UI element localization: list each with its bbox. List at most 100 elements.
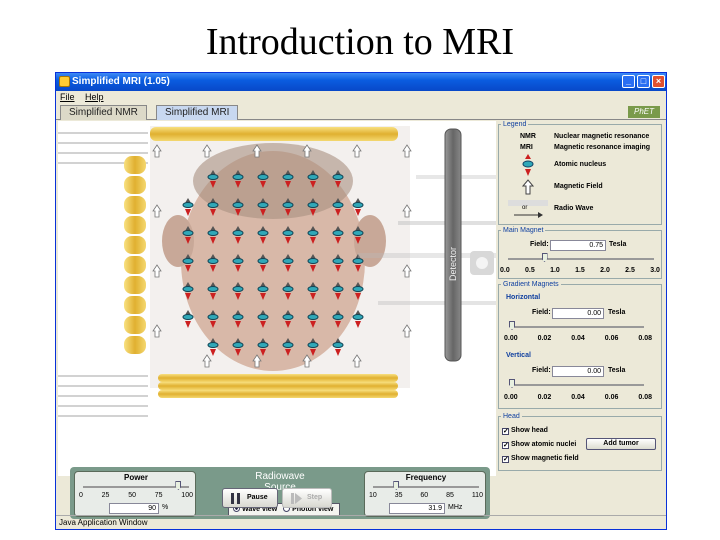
horizontal-title: Horizontal	[506, 294, 541, 301]
show-head-checkbox[interactable]: ✓	[502, 428, 509, 435]
legend-nucleus-text: Atomic nucleus	[554, 161, 607, 168]
power-slider-track[interactable]	[83, 486, 189, 488]
horizontal-tick: 0.02	[537, 335, 552, 342]
right-control-panel: Legend NMR Nuclear magnetic resonance MR…	[498, 121, 664, 513]
horizontal-field-input[interactable]: 0.00	[552, 308, 604, 319]
module-tabs: Simplified NMR Simplified MRI PhET	[56, 104, 666, 120]
power-tick: 100	[181, 492, 193, 499]
slide-title: Introduction to MRI	[205, 21, 515, 63]
window-titlebar[interactable]: Simplified MRI (1.05) _ □ ×	[56, 73, 666, 91]
main-field-slider-track[interactable]	[508, 258, 654, 260]
frequency-value-field[interactable]: 31.9	[389, 503, 445, 514]
main-field-unit: Tesla	[609, 241, 627, 248]
mri-scene: Detector	[58, 126, 496, 417]
power-tick: 50	[128, 492, 136, 499]
add-tumor-button[interactable]: Add tumor	[586, 438, 656, 450]
simulation-canvas: Detector Power 0 25 50 75 100 90 % Radio…	[58, 121, 496, 519]
legend-nmr-text: Nuclear magnetic resonance	[554, 133, 650, 140]
pause-label: Pause	[247, 494, 268, 501]
radiowave-line1: Radiowave	[255, 471, 305, 482]
main-magnet-title: Main Magnet	[503, 227, 544, 234]
vertical-tick: 0.06	[604, 394, 619, 401]
vertical-title: Vertical	[506, 352, 531, 359]
legend-title: Legend	[503, 121, 527, 128]
main-tick: 0.5	[525, 267, 535, 274]
frequency-unit: MHz	[448, 504, 463, 511]
status-bar: Java Application Window	[56, 515, 666, 529]
step-icon	[291, 493, 302, 504]
pause-button[interactable]: Pause	[222, 488, 278, 508]
frequency-slider-thumb[interactable]	[393, 481, 400, 490]
legend-mri-symbol: MRI	[520, 144, 533, 151]
vertical-tick: 0.04	[571, 394, 585, 401]
show-field-row[interactable]: ✓ Show magnetic field	[502, 455, 579, 463]
show-nuclei-row[interactable]: ✓ Show atomic nuclei	[502, 441, 576, 449]
show-field-label[interactable]: Show magnetic field	[511, 455, 579, 462]
power-slider-thumb[interactable]	[175, 481, 182, 490]
menu-bar: File Help	[56, 91, 666, 104]
power-tick: 75	[154, 492, 163, 499]
pause-icon	[231, 493, 240, 504]
horizontal-field-label: Field:	[532, 309, 551, 316]
menu-file[interactable]: File	[56, 91, 79, 103]
vertical-slider-track[interactable]	[512, 384, 644, 386]
minimize-icon[interactable]: _	[622, 75, 635, 88]
power-tick: 25	[101, 492, 110, 499]
main-tick: 2.5	[625, 267, 635, 274]
legend-or-text: or	[522, 205, 528, 211]
tab-simplified-mri[interactable]: Simplified MRI	[156, 105, 239, 120]
main-tick: 3.0	[650, 267, 660, 274]
step-label: Step	[307, 494, 323, 501]
detector-label: Detector	[448, 247, 458, 281]
magnetic-field-arrow-icon	[522, 179, 534, 195]
power-tick: 0	[79, 492, 83, 499]
radio-wave-icon	[508, 200, 548, 218]
show-head-row[interactable]: ✓ Show head	[502, 427, 548, 435]
atomic-nucleus-icon	[522, 154, 534, 176]
show-nuclei-label[interactable]: Show atomic nuclei	[511, 441, 576, 448]
main-field-input[interactable]: 0.75	[550, 240, 606, 251]
frequency-tick: 110	[471, 492, 483, 499]
legend-field-text: Magnetic Field	[554, 183, 603, 190]
close-icon[interactable]: ×	[652, 75, 665, 88]
show-nuclei-checkbox[interactable]: ✓	[502, 442, 509, 449]
vertical-field-unit: Tesla	[608, 367, 626, 374]
power-unit: %	[162, 504, 169, 511]
show-field-checkbox[interactable]: ✓	[502, 456, 509, 463]
tab-simplified-nmr[interactable]: Simplified NMR	[60, 105, 147, 120]
frequency-slider-track[interactable]	[373, 486, 479, 488]
head-title: Head	[503, 413, 520, 420]
legend-nmr-symbol: NMR	[520, 133, 536, 140]
legend-mri-text: Magnetic resonance imaging	[554, 144, 651, 151]
step-button[interactable]: Step	[282, 488, 332, 508]
horizontal-slider-track[interactable]	[512, 326, 644, 328]
vertical-tick: 0.00	[504, 394, 518, 401]
horizontal-tick: 0.04	[571, 335, 585, 342]
vertical-tick: 0.02	[537, 394, 552, 401]
gradient-title: Gradient Magnets	[503, 281, 559, 288]
left-gradient-magnet	[124, 156, 146, 354]
horizontal-field-unit: Tesla	[608, 309, 626, 316]
maximize-icon[interactable]: □	[637, 75, 650, 88]
main-tick: 0.0	[500, 267, 510, 274]
horizontal-tick: 0.06	[604, 335, 619, 342]
bottom-magnet	[158, 374, 398, 398]
vertical-field-input[interactable]: 0.00	[552, 366, 604, 377]
window-title: Simplified MRI (1.05)	[72, 76, 170, 87]
horizontal-tick: 0.08	[638, 335, 652, 342]
frequency-tick: 10	[369, 492, 377, 499]
power-value-field[interactable]: 90	[109, 503, 159, 514]
main-field-label: Field:	[530, 241, 549, 248]
frequency-control: Frequency 10 35 60 85 110 31.9 MHz	[364, 471, 486, 517]
menu-help[interactable]: Help	[81, 91, 108, 103]
app-window: Simplified MRI (1.05) _ □ × File Help Si…	[55, 72, 667, 530]
vertical-tick: 0.08	[638, 394, 652, 401]
phet-logo: PhET	[628, 106, 660, 118]
detector-bar	[444, 128, 462, 362]
frequency-tick: 60	[420, 492, 429, 499]
show-head-label[interactable]: Show head	[511, 427, 548, 434]
frequency-tick: 35	[394, 492, 403, 499]
power-title: Power	[123, 473, 148, 482]
main-tick: 2.0	[600, 267, 610, 274]
frequency-title: Frequency	[405, 473, 447, 482]
